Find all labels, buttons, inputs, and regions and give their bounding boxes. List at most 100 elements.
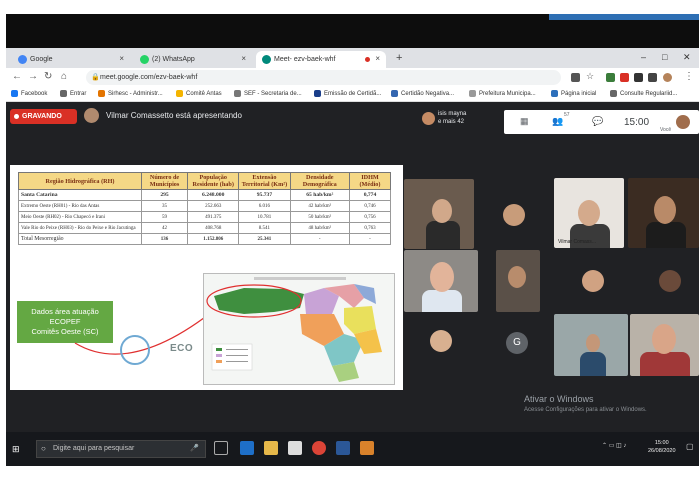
participant-body [640, 352, 690, 376]
table-header: População Residente (hab) [187, 172, 240, 190]
participant-face [578, 200, 600, 226]
table-cell: 252.663 [187, 200, 240, 212]
chat-icon[interactable]: 💬 [592, 116, 603, 127]
forward-arrow-icon[interactable]: → [28, 71, 38, 82]
page-icon [551, 90, 558, 97]
bookmark-consulte[interactable]: Consulte Regulariid... [610, 90, 677, 97]
table-row: Meio Oeste (RH02) - Rio Chapecó e Irani … [18, 211, 392, 223]
participant-tile[interactable] [404, 179, 474, 249]
table-cell: 25.341 [238, 233, 291, 245]
table-cell: Vale Rio do Peixe (RH03) - Rio do Peixe … [18, 222, 142, 234]
chrome-icon[interactable] [312, 441, 326, 455]
doc-icon [391, 90, 398, 97]
bookmark-label: Facebook [21, 90, 48, 97]
table-cell: 95.737 [238, 189, 291, 201]
table-cell: 59 [140, 211, 189, 223]
bookmark-label: Comitê Antas [186, 90, 222, 97]
meet-call-area: GRAVANDO Vilmar Comassetto está apresent… [6, 102, 699, 432]
participant-tile[interactable] [628, 178, 699, 248]
participant-avatar[interactable] [582, 270, 604, 292]
google-favicon-icon [18, 55, 27, 64]
system-clock[interactable]: 15:00 26/08/2020 [648, 439, 676, 455]
star-icon[interactable]: ☆ [586, 71, 594, 82]
participant-tile[interactable] [496, 250, 540, 312]
table-cell: 8.541 [238, 222, 291, 234]
word-icon[interactable] [336, 441, 350, 455]
participant-avatar[interactable] [503, 204, 525, 226]
file-explorer-icon[interactable] [264, 441, 278, 455]
profile-avatar[interactable] [663, 73, 672, 82]
participant-tile[interactable] [554, 314, 628, 376]
participant-face [586, 334, 600, 352]
tab-google[interactable]: Google × [12, 51, 130, 68]
taskbar-search-input[interactable]: ○ Digite aqui para pesquisar 🎤 [36, 440, 206, 458]
url-input[interactable]: 🔒 meet.google.com/ezv-baek-whf [86, 70, 561, 85]
participant-avatar[interactable] [430, 330, 452, 352]
others-line-1: isis mayna [438, 111, 467, 117]
bookmark-entrar[interactable]: Entrar [60, 90, 86, 97]
presenting-text: Vilmar Comassetto está apresentando [106, 111, 242, 120]
menu-kebab-icon[interactable]: ⋮ [684, 71, 694, 82]
close-tab-icon[interactable]: × [375, 54, 380, 63]
extensions-puzzle-icon[interactable] [648, 73, 657, 82]
app-icon[interactable] [360, 441, 374, 455]
participant-tile[interactable] [630, 314, 699, 376]
participant-tile-presenter[interactable]: Vilmar Comass... [554, 178, 624, 248]
store-icon[interactable] [288, 441, 302, 455]
bookmark-sef[interactable]: SEF - Secretaria de... [234, 90, 302, 97]
reload-icon[interactable]: ↻ [44, 71, 52, 82]
close-window-button[interactable]: ✕ [683, 52, 691, 63]
layout-grid-icon[interactable]: ▦ [520, 116, 529, 127]
bookmark-certidao[interactable]: Certidão Negativa... [391, 90, 454, 97]
bookmark-pagina-inicial[interactable]: Página inicial [551, 90, 596, 97]
tab-meet[interactable]: Meet- ezv-baek-whf × [256, 51, 386, 68]
maximize-button[interactable]: □ [662, 52, 667, 62]
tab-label: (2) WhatsApp [152, 56, 195, 63]
participant-initial-avatar[interactable]: G [506, 332, 528, 354]
windows-start-icon[interactable]: ⊞ [12, 444, 20, 455]
close-tab-icon[interactable]: × [119, 54, 124, 63]
table-row: Extremo Oeste (RH01) - Rio das Antas 35 … [18, 200, 392, 212]
tab-label: Meet- ezv-baek-whf [274, 56, 336, 63]
system-tray-icons[interactable]: ⌃ ▭ ◫ ♪ [602, 442, 626, 449]
notification-icon[interactable]: ▢ [686, 442, 694, 451]
microphone-icon[interactable]: 🎤 [190, 441, 199, 457]
participant-body [580, 352, 606, 376]
participant-avatar[interactable] [659, 270, 681, 292]
bookmark-label: Sirhesc - Administr... [108, 90, 163, 97]
table-cell: 408.768 [187, 222, 240, 234]
bookmark-facebook[interactable]: Facebook [11, 90, 47, 97]
camera-icon[interactable] [571, 73, 580, 82]
participant-name: Vilmar Comass... [558, 239, 596, 245]
recording-badge: GRAVANDO [10, 109, 77, 124]
edge-icon[interactable] [240, 441, 254, 455]
extension-icon[interactable] [606, 73, 615, 82]
self-avatar[interactable] [676, 115, 690, 129]
record-dot-icon [14, 114, 19, 119]
home-icon[interactable]: ⌂ [61, 71, 67, 82]
table-cell: Meio Oeste (RH02) - Rio Chapecó e Irani [18, 211, 142, 223]
minimize-button[interactable]: – [641, 52, 646, 62]
new-tab-button[interactable]: + [396, 52, 402, 64]
people-icon[interactable]: 👥 [552, 116, 563, 127]
bookmark-emissao[interactable]: Emissão de Certidã... [314, 90, 381, 97]
participant-face [508, 266, 526, 288]
task-view-icon[interactable] [214, 441, 228, 455]
facebook-icon [11, 90, 18, 97]
participant-tile[interactable] [404, 250, 478, 312]
bookmark-sirhesc[interactable]: Sirhesc - Administr... [98, 90, 163, 97]
bookmark-comite-antas[interactable]: Comitê Antas [176, 90, 222, 97]
table-cell: 50 hab/km² [289, 211, 350, 223]
committee-logo [120, 335, 150, 365]
extension-icon[interactable] [620, 73, 629, 82]
activate-windows-subtitle: Acesse Configurações para ativar o Windo… [524, 407, 647, 413]
table-cell: 42 [140, 222, 189, 234]
top-accent-bar [549, 14, 699, 20]
tab-whatsapp[interactable]: (2) WhatsApp × [134, 51, 252, 68]
extension-icon[interactable] [634, 73, 643, 82]
table-cell: - [348, 233, 392, 245]
table-cell: 6.248.000 [187, 189, 240, 201]
close-tab-icon[interactable]: × [241, 54, 246, 63]
back-arrow-icon[interactable]: ← [12, 71, 22, 82]
bookmark-prefeitura[interactable]: Prefeitura Municipa... [469, 90, 536, 97]
